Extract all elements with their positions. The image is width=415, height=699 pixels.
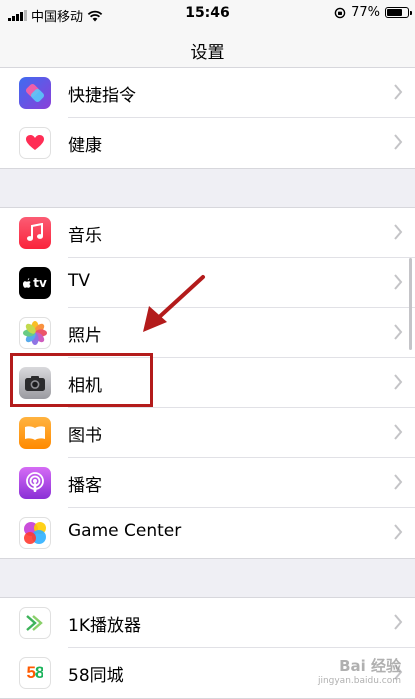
chevron-right-icon [394,274,403,290]
health-icon [19,127,51,159]
watermark-brand: Bai 经验 [339,657,401,675]
podcasts-icon [19,467,51,499]
scroll-indicator[interactable] [409,258,412,350]
chevron-right-icon [394,424,403,440]
watermark: Bai 经验 jingyan.baidu.com [318,655,401,686]
chevron-right-icon [394,224,403,240]
settings-row-tv[interactable]: tv TV [0,258,415,308]
chevron-right-icon [394,474,403,490]
annotation-highlight-box [10,353,153,407]
chevron-right-icon [394,524,403,540]
chevron-right-icon [394,614,403,630]
settings-row-label: 图书 [68,426,102,446]
settings-row-label: 快捷指令 [68,86,136,106]
1k-player-icon [19,607,51,639]
settings-row-label: 健康 [68,136,102,156]
settings-row-label: 音乐 [68,226,102,246]
battery-percent: 77% [351,5,380,20]
settings-row-podcasts[interactable]: 播客 [0,458,415,508]
tv-icon-text: tv [33,276,47,290]
books-icon [19,417,51,449]
settings-row-label: TV [68,271,91,291]
58-icon-text: 58 [26,663,45,682]
settings-row-label: 播客 [68,476,102,496]
chevron-right-icon [394,374,403,390]
music-icon [19,217,51,249]
settings-row-photos[interactable]: 照片 [0,308,415,358]
settings-row-1k-player[interactable]: 1K播放器 [0,598,415,648]
orientation-lock-icon [334,7,346,18]
settings-row-shortcuts[interactable]: 快捷指令 [0,68,415,118]
chevron-right-icon [394,324,403,340]
gamecenter-icon [19,517,51,549]
settings-row-label: 1K播放器 [68,616,141,636]
settings-row-music[interactable]: 音乐 [0,208,415,258]
status-bar: 中国移动 15:46 77% [0,0,415,28]
chevron-right-icon [394,134,403,150]
settings-row-health[interactable]: 健康 [0,118,415,168]
settings-row-label: 58同城 [68,666,124,686]
58-tongcheng-icon: 58 [19,657,51,689]
settings-group-1: 快捷指令 健康 [0,67,415,169]
appletv-icon: tv [19,267,51,299]
photos-icon [19,317,51,349]
chevron-right-icon [394,84,403,100]
page-title: 设置 [190,43,225,63]
battery-icon [385,7,412,18]
shortcuts-icon [19,77,51,109]
settings-row-label: Game Center [68,521,182,541]
settings-row-game-center[interactable]: Game Center [0,508,415,558]
settings-row-books[interactable]: 图书 [0,408,415,458]
status-right: 77% [334,5,412,20]
watermark-url: jingyan.baidu.com [317,676,401,686]
settings-row-label: 照片 [68,326,102,346]
